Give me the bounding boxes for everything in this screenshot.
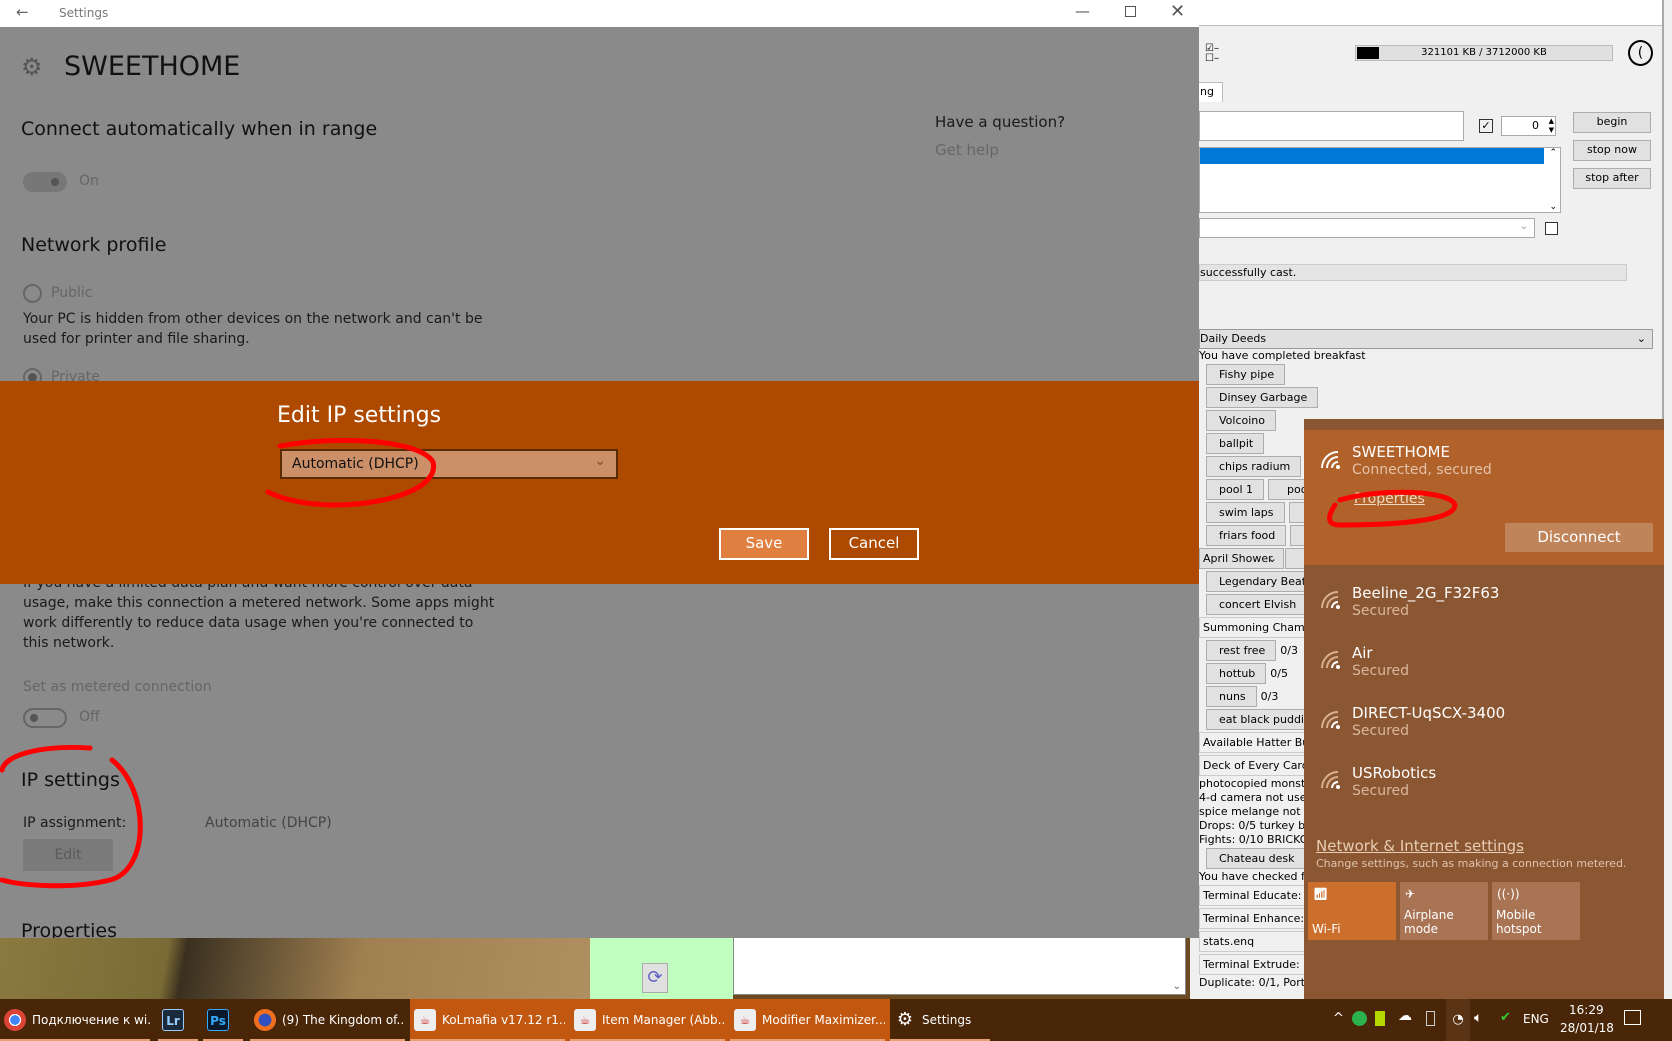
- tray-app-icon[interactable]: [1375, 1011, 1385, 1026]
- taskbar-item[interactable]: ☕ Modifier Maximizer...: [730, 999, 885, 1041]
- tray-device-icon[interactable]: [1426, 1011, 1435, 1026]
- annotation-circle: [0, 744, 143, 889]
- whatsapp-icon[interactable]: [1352, 1011, 1367, 1026]
- taskbar: Подключение к wi... Lr Ps (9) The Kingdom o…: [0, 999, 1672, 1041]
- annotation-circle: [1327, 489, 1458, 528]
- firefox-icon: [254, 1009, 276, 1031]
- taskbar-item[interactable]: ☕ KoLmafia v17.12 r1...: [410, 999, 565, 1041]
- taskbar-item[interactable]: (9) The Kingdom of...: [250, 999, 405, 1041]
- taskbar-item[interactable]: Ps: [203, 999, 243, 1041]
- taskbar-item[interactable]: ⚙ Settings: [890, 999, 990, 1041]
- gear-icon: ⚙: [896, 1009, 914, 1030]
- volume-icon[interactable]: 🔈︎: [1474, 1010, 1482, 1026]
- taskbar-item-label: KoLmafia v17.12 r1...: [442, 1013, 565, 1027]
- taskbar-item[interactable]: ☕ Item Manager (Abb...: [570, 999, 725, 1041]
- notification-icon[interactable]: [1624, 1010, 1641, 1025]
- language-indicator[interactable]: ENG: [1523, 1012, 1549, 1026]
- clock-time[interactable]: 16:29: [1569, 1003, 1604, 1017]
- photoshop-icon: Ps: [207, 1009, 229, 1031]
- taskbar-item-label: Подключение к wi...: [32, 1013, 150, 1027]
- tray-overflow-icon[interactable]: ^: [1333, 1011, 1344, 1026]
- java-icon: ☕: [734, 1009, 756, 1031]
- network-tray-icon[interactable]: ◔: [1446, 999, 1470, 1041]
- annotation-circle: [265, 437, 436, 508]
- onedrive-icon[interactable]: ☁: [1398, 1008, 1412, 1024]
- sync-icon[interactable]: ✔: [1500, 1010, 1511, 1025]
- taskbar-item-label: Settings: [922, 1013, 972, 1027]
- red-annotations: [0, 437, 1458, 889]
- taskbar-item-label: (9) The Kingdom of...: [282, 1013, 405, 1027]
- java-icon: ☕: [574, 1009, 596, 1031]
- lightroom-icon: Lr: [162, 1009, 184, 1031]
- java-icon: ☕: [414, 1009, 436, 1031]
- taskbar-item-label: Modifier Maximizer...: [762, 1013, 885, 1027]
- clock-date[interactable]: 28/01/18: [1560, 1021, 1614, 1035]
- taskbar-item[interactable]: Lr: [158, 999, 198, 1041]
- taskbar-item[interactable]: Подключение к wi...: [0, 999, 150, 1041]
- taskbar-item-label: Item Manager (Abb...: [602, 1013, 725, 1027]
- chrome-icon: [4, 1009, 26, 1031]
